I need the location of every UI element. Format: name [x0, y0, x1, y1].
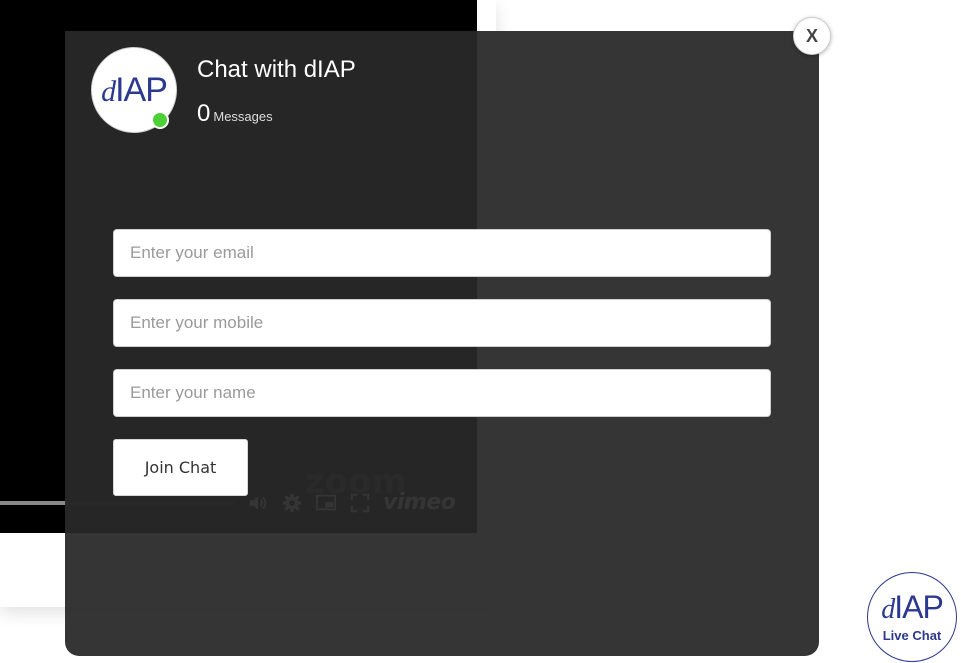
mobile-input[interactable] — [113, 299, 771, 347]
email-input[interactable] — [113, 229, 771, 277]
live-chat-launcher[interactable]: dIAP Live Chat — [867, 572, 957, 662]
message-count: 0 Messages — [197, 100, 273, 127]
name-input[interactable] — [113, 369, 771, 417]
close-button[interactable]: X — [793, 17, 831, 55]
video-progress-fill — [0, 501, 66, 505]
launcher-caption: Live Chat — [882, 628, 942, 643]
chat-title: Chat with dIAP — [197, 56, 356, 83]
join-chat-button[interactable]: Join Chat — [113, 439, 248, 496]
online-status-dot — [151, 111, 169, 129]
launcher-logo: dIAP — [881, 589, 944, 625]
